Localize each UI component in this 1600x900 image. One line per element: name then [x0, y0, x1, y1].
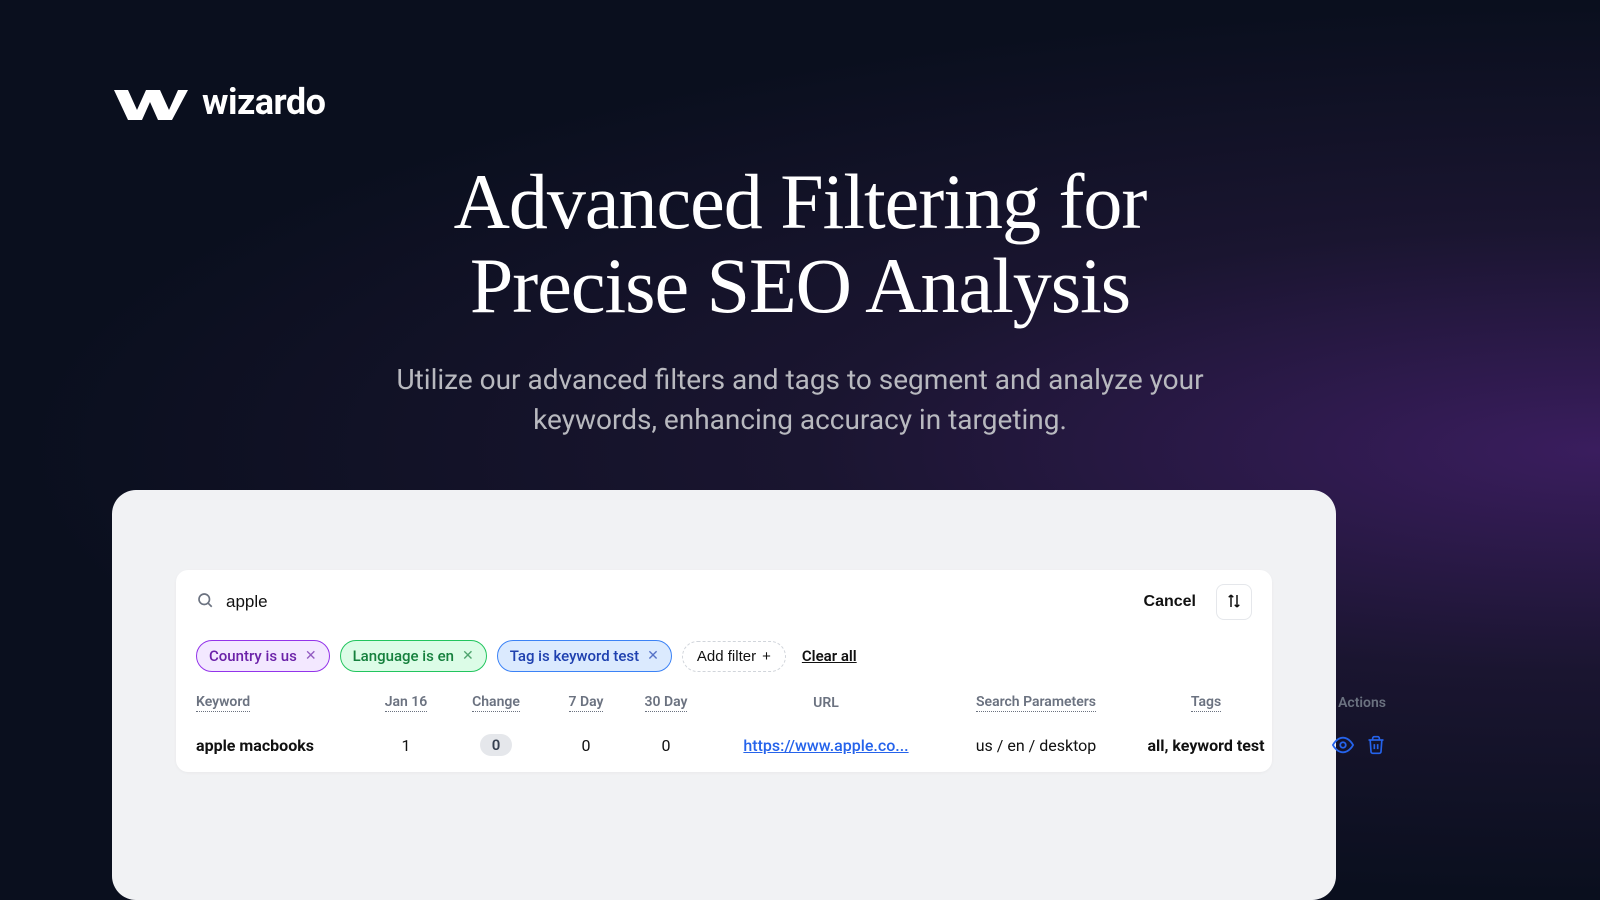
filter-chips-row: Country is us ✕ Language is en ✕ Tag is …	[176, 634, 1272, 686]
th-params[interactable]: Search Parameters	[946, 694, 1126, 712]
brand-name: wizardo	[202, 81, 325, 123]
search-icon	[196, 591, 214, 613]
th-actions: Actions	[1286, 694, 1386, 712]
hero-section: Advanced Filtering for Precise SEO Analy…	[200, 160, 1400, 439]
plus-icon: +	[762, 648, 771, 665]
filter-chip-tag[interactable]: Tag is keyword test ✕	[497, 640, 672, 672]
th-url[interactable]: URL	[706, 694, 946, 712]
hero-subtitle: Utilize our advanced filters and tags to…	[200, 360, 1400, 438]
close-icon[interactable]: ✕	[647, 648, 659, 664]
sort-button[interactable]	[1216, 584, 1252, 620]
close-icon[interactable]: ✕	[305, 648, 317, 664]
url-link[interactable]: https://www.apple.co...	[743, 736, 908, 755]
clear-all-link[interactable]: Clear all	[802, 647, 857, 665]
chip-label: Tag is keyword test	[510, 647, 639, 665]
hero-title: Advanced Filtering for Precise SEO Analy…	[200, 160, 1400, 328]
change-badge: 0	[480, 734, 513, 756]
cell-tags: all, keyword test	[1126, 736, 1286, 755]
view-icon[interactable]	[1332, 734, 1354, 756]
cell-keyword: apple macbooks	[196, 736, 366, 755]
th-30day[interactable]: 30 Day	[626, 694, 706, 712]
trash-icon[interactable]	[1366, 735, 1386, 755]
th-keyword[interactable]: Keyword	[196, 694, 366, 712]
filter-panel: Cancel Country is us ✕ Language is en ✕	[176, 570, 1272, 772]
add-filter-button[interactable]: Add filter +	[682, 641, 786, 672]
cell-change: 0	[446, 734, 546, 756]
logo-icon	[110, 80, 188, 124]
cell-actions	[1286, 734, 1386, 756]
chip-label: Language is en	[353, 647, 454, 665]
app-panel: Cancel Country is us ✕ Language is en ✕	[112, 490, 1336, 900]
cancel-button[interactable]: Cancel	[1144, 593, 1196, 611]
th-date[interactable]: Jan 16	[366, 694, 446, 712]
th-change[interactable]: Change	[446, 694, 546, 712]
table-row: apple macbooks 1 0 0 0 https://www.apple…	[176, 722, 1272, 772]
table-header: Keyword Jan 16 Change 7 Day 30 Day URL S…	[176, 686, 1272, 722]
th-7day[interactable]: 7 Day	[546, 694, 626, 712]
sort-icon	[1225, 592, 1243, 613]
filter-chip-country[interactable]: Country is us ✕	[196, 640, 330, 672]
cell-date: 1	[366, 736, 446, 755]
chip-label: Country is us	[209, 647, 297, 665]
cell-url: https://www.apple.co...	[706, 736, 946, 755]
filter-chip-language[interactable]: Language is en ✕	[340, 640, 487, 672]
th-tags[interactable]: Tags	[1126, 694, 1286, 712]
add-filter-label: Add filter	[697, 648, 756, 665]
cell-7day: 0	[546, 736, 626, 755]
close-icon[interactable]: ✕	[462, 648, 474, 664]
cell-30day: 0	[626, 736, 706, 755]
search-input[interactable]	[226, 592, 1132, 612]
cell-params: us / en / desktop	[946, 736, 1126, 755]
brand-logo: wizardo	[110, 80, 325, 124]
search-row: Cancel	[176, 570, 1272, 634]
